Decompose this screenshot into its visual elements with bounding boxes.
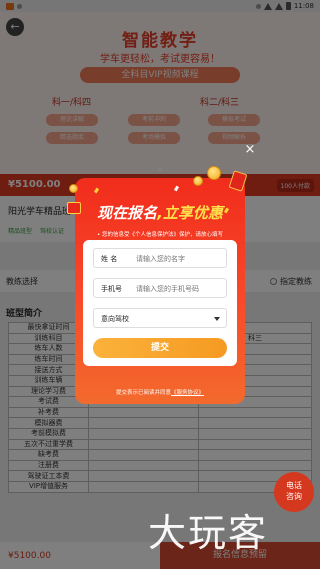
close-icon[interactable]: ×	[243, 143, 257, 157]
coin-icon	[69, 184, 78, 193]
phone-consult-button[interactable]: 电话 咨询	[274, 472, 314, 512]
privacy-note: • 您的信息受《个人信息保护法》保护，请放心填写	[97, 232, 223, 238]
chevron-down-icon	[214, 317, 220, 321]
name-input[interactable]	[136, 251, 224, 266]
confetti-icon	[173, 185, 180, 192]
consult-line-2: 咨询	[286, 492, 302, 501]
phone-input[interactable]	[136, 281, 224, 296]
signup-modal: 现在报名,立享优惠 • 您的信息受《个人信息保护法》保护，请放心填写 姓 名 手…	[67, 166, 248, 404]
agreement-text: 提交表示已阅读并同意《服务协议》	[75, 388, 245, 396]
modal-headline: 现在报名,立享优惠	[75, 202, 245, 223]
signup-form: 姓 名 手机号 意向驾校 提交	[83, 240, 237, 366]
phone-field[interactable]: 手机号	[93, 278, 227, 298]
coin-icon	[193, 176, 203, 186]
service-agreement-link[interactable]: 《服务协议》	[171, 390, 204, 396]
watermark: 大玩客	[148, 511, 269, 555]
name-label: 姓 名	[101, 255, 118, 263]
coin-icon	[207, 166, 221, 180]
school-select[interactable]: 意向驾校	[93, 308, 227, 328]
phone-label: 手机号	[101, 285, 122, 293]
consult-line-1: 电话	[286, 481, 302, 490]
modal-headline-b: ,立享优惠	[157, 204, 223, 222]
modal-headline-a: 现在报名	[97, 204, 158, 222]
school-select-value: 意向驾校	[101, 315, 129, 323]
submit-button[interactable]: 提交	[93, 338, 227, 358]
confetti-icon	[93, 187, 100, 194]
name-field[interactable]: 姓 名	[93, 248, 227, 268]
agreement-prefix: 提交表示已阅读并同意	[115, 390, 171, 396]
